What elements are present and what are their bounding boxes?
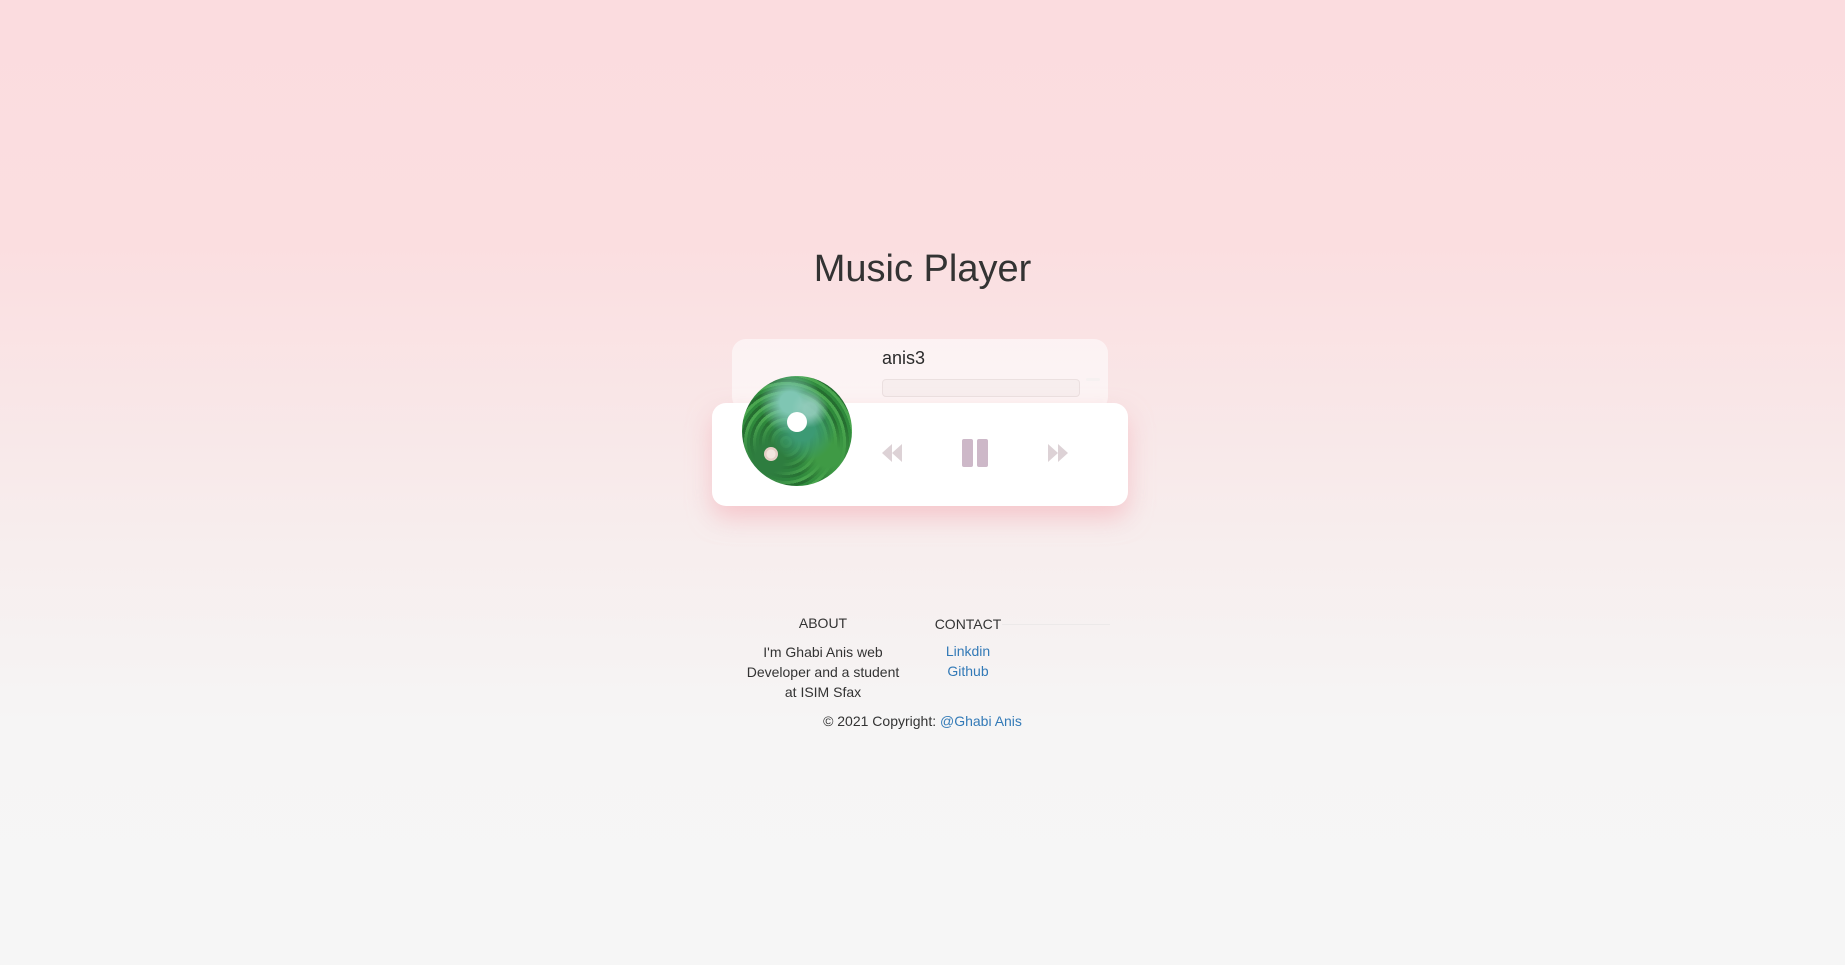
backward-icon [882,444,902,462]
about-heading: ABOUT [798,615,848,631]
copyright: © 2021 Copyright: @Ghabi Anis [0,713,1845,729]
about-text: I'm Ghabi Anis web Developer and a stude… [746,644,900,700]
pause-icon [962,439,988,467]
contact-heading: CONTACT [934,616,1002,632]
progress-bar[interactable] [882,379,1080,397]
song-title: anis3 [882,348,926,368]
linkedin-link[interactable]: Linkdin [930,643,1006,659]
disc-center-hole [787,412,807,432]
panel-tick [1086,378,1100,381]
next-button[interactable] [1047,443,1069,463]
disc-flower-detail [764,447,778,461]
pause-button[interactable] [962,439,989,467]
album-cover-disc [742,376,852,486]
page-title: Music Player [813,248,1032,290]
previous-button[interactable] [881,443,903,463]
github-link[interactable]: Github [930,663,1006,679]
forward-icon [1048,444,1068,462]
author-link[interactable]: @Ghabi Anis [940,713,1022,729]
copyright-text: © 2021 Copyright: [823,713,940,729]
footer-divider [1002,624,1110,625]
